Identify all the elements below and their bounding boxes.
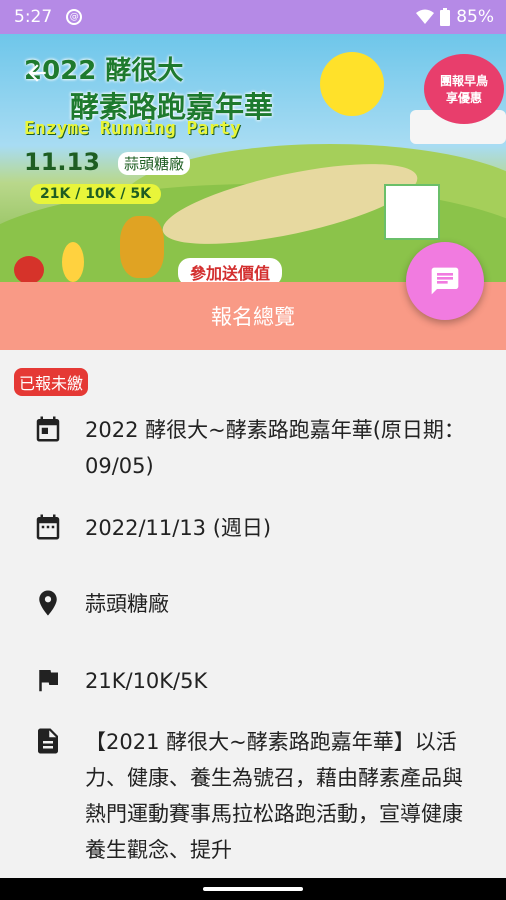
- banner-date: 11.13: [24, 148, 100, 176]
- location-row: 蒜頭糖廠: [0, 586, 506, 622]
- banner-promo-badge: 團報早鳥 享優惠: [424, 54, 504, 124]
- calendar-date-icon: [31, 510, 65, 544]
- battery-icon: [440, 8, 451, 26]
- event-name-row: 2022 酵很大~酵素路跑嘉年華(原日期：09/05): [0, 412, 506, 484]
- banner-distances: 21K / 10K / 5K: [30, 184, 161, 204]
- status-bar: 5:27 @ 85%: [0, 0, 506, 34]
- status-time: 5:27: [14, 7, 53, 27]
- pineapple-illustration: [120, 216, 164, 278]
- navigation-bar: [0, 878, 506, 900]
- flag-icon: [31, 663, 65, 697]
- home-gesture-handle[interactable]: [203, 887, 303, 891]
- sun-shape: [320, 52, 384, 116]
- tomato-illustration: [14, 256, 44, 282]
- chat-icon: [431, 267, 459, 295]
- banner-place: 蒜頭糖廠: [118, 152, 191, 175]
- chat-button[interactable]: [406, 242, 484, 320]
- arrow-back-icon[interactable]: [24, 60, 50, 92]
- promo-line1: 團報早鳥: [439, 74, 488, 88]
- sync-icon: @: [66, 9, 83, 25]
- event-description: 【2021 酵很大~酵素路跑嘉年華】以活力、健康、養生為號召，藉由酵素產品與熱門…: [85, 730, 463, 862]
- distance-row: 21K/10K/5K: [0, 663, 506, 699]
- product-box-illustration: [384, 184, 440, 240]
- banana-illustration: [62, 242, 84, 282]
- event-date-row: 2022/11/13 (週日): [0, 510, 506, 546]
- description-row: 【2021 酵很大~酵素路跑嘉年華】以活力、健康、養生為號召，藉由酵素產品與熱門…: [0, 724, 506, 868]
- battery-percent: 85%: [456, 7, 494, 27]
- event-name: 2022 酵很大~酵素路跑嘉年華(原日期：09/05): [85, 418, 465, 478]
- detail-content: 已報未繳 2022 酵很大~酵素路跑嘉年華(原日期：09/05) 2022/11…: [0, 350, 506, 878]
- status-badge: 已報未繳: [14, 368, 89, 396]
- promo-line2: 享優惠: [445, 91, 482, 105]
- event-date: 2022/11/13 (週日): [85, 516, 272, 540]
- status-right: 85%: [416, 7, 494, 27]
- page-title: 報名總覽: [211, 305, 295, 329]
- banner-gift: 參加送價值: [178, 258, 283, 282]
- event-distances: 21K/10K/5K: [85, 669, 208, 693]
- calendar-icon: [31, 412, 65, 446]
- event-location: 蒜頭糖廠: [85, 592, 169, 616]
- wifi-icon: [416, 9, 435, 24]
- banner-title-en: Enzyme Running Party: [24, 118, 241, 139]
- location-pin-icon: [31, 586, 65, 620]
- document-icon: [31, 724, 65, 758]
